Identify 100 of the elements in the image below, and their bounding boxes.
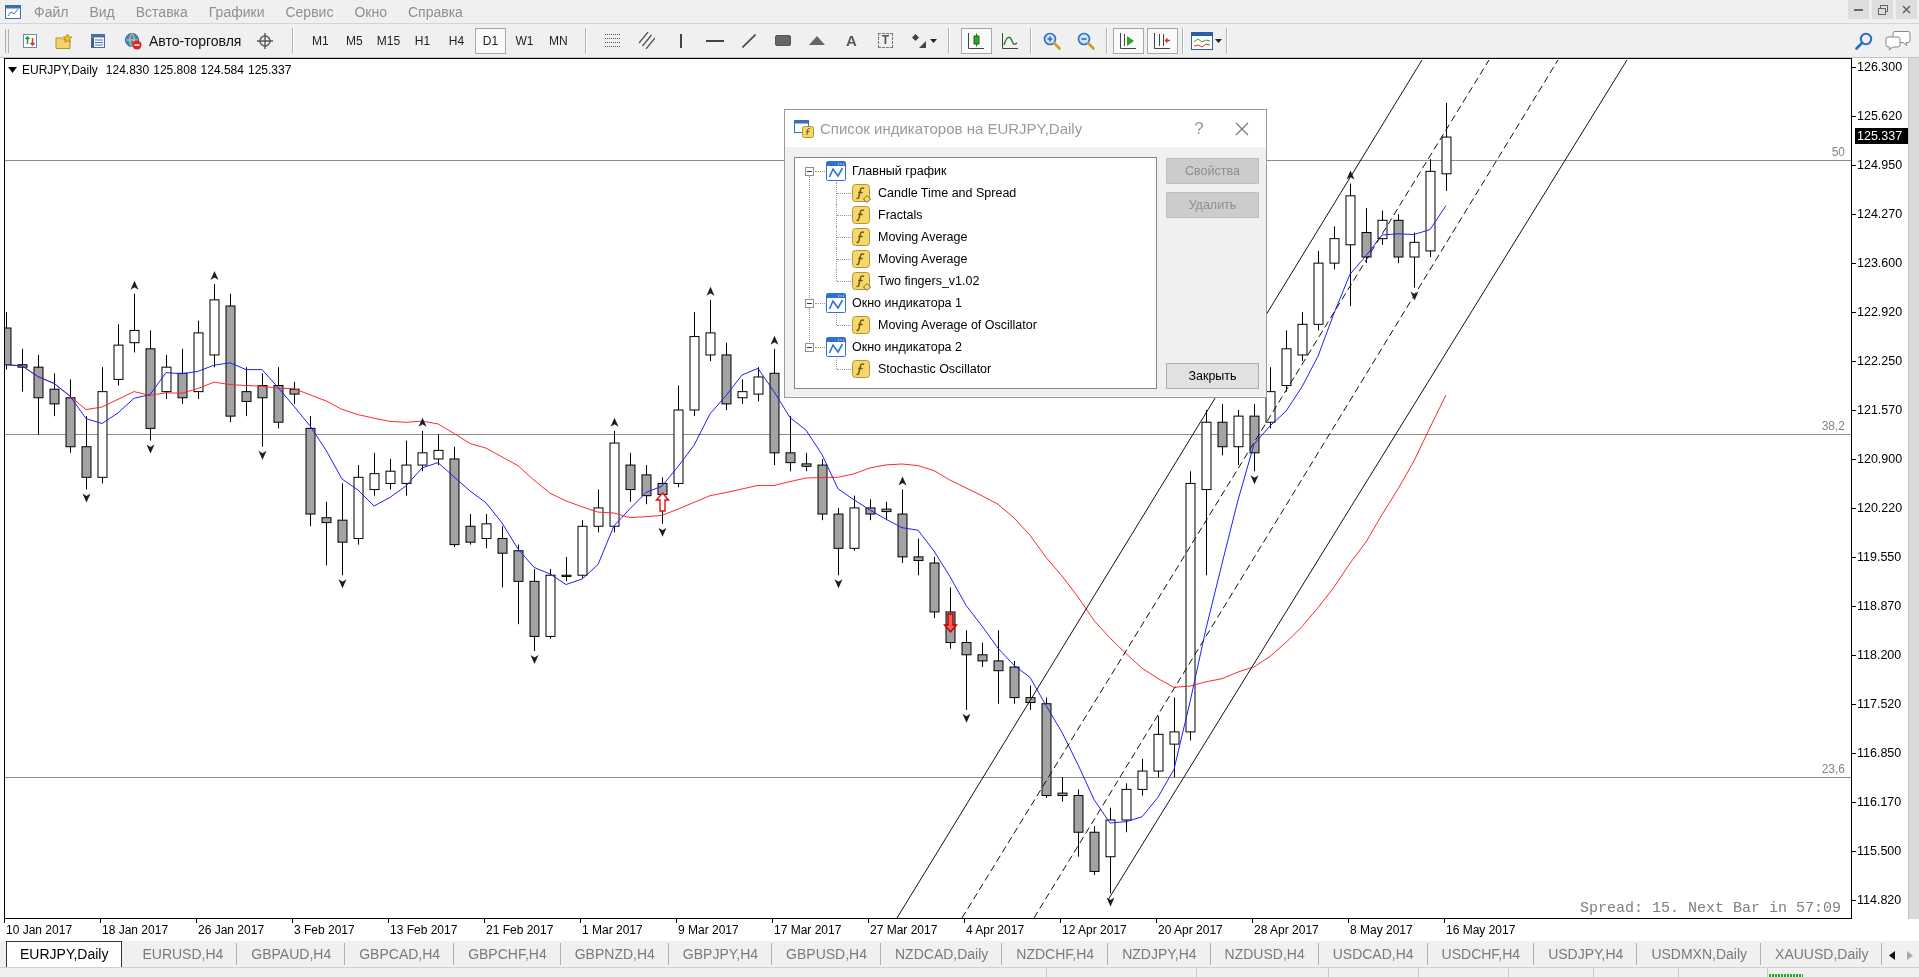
price-axis-label: 123.600 bbox=[1857, 255, 1903, 271]
arrowhead-down-icon bbox=[530, 655, 539, 665]
chart-window-icon bbox=[826, 293, 846, 313]
auto-scroll-button[interactable] bbox=[1112, 27, 1144, 54]
timeframe-button[interactable]: D1 bbox=[474, 27, 506, 54]
menu-item[interactable]: Файл bbox=[23, 3, 79, 20]
price-axis-label: 118.200 bbox=[1857, 647, 1902, 663]
caret-icon[interactable] bbox=[929, 38, 937, 43]
rising-candlestick bbox=[369, 452, 380, 497]
close-button[interactable] bbox=[1896, 0, 1917, 19]
tree-item[interactable]: Stochastic Oscillator bbox=[878, 362, 992, 376]
rising-candlestick bbox=[1233, 409, 1244, 466]
auto-trading-button[interactable]: Авто-торговля bbox=[117, 27, 249, 54]
zoom-in-icon[interactable] bbox=[1043, 31, 1062, 50]
minus-box-icon[interactable] bbox=[805, 166, 814, 176]
candlestick-chart-button[interactable] bbox=[960, 27, 992, 54]
help-button[interactable]: ? bbox=[1179, 113, 1219, 144]
tree-item[interactable]: Candle Time and Spread bbox=[878, 186, 1017, 200]
falling-candlestick bbox=[1361, 207, 1372, 264]
chart-tab[interactable]: USDJPY,H4 bbox=[1534, 943, 1638, 965]
rising-candlestick bbox=[401, 440, 412, 497]
falling-candlestick bbox=[817, 458, 828, 521]
folder-star-icon[interactable] bbox=[55, 32, 73, 49]
chat-icon[interactable] bbox=[1885, 30, 1911, 51]
chart-tab[interactable]: XAUUSD,Daily bbox=[1761, 943, 1883, 965]
zoom-out-icon[interactable] bbox=[1077, 31, 1096, 50]
current-price-label: 125.337 bbox=[1855, 128, 1908, 144]
tree-item[interactable]: Two fingers_v1.02 bbox=[878, 274, 980, 288]
chart-tab[interactable]: GBPAUD,H4 bbox=[237, 943, 346, 965]
restore-button[interactable] bbox=[1872, 0, 1893, 19]
chart-tab[interactable]: GBPCAD,H4 bbox=[345, 943, 455, 965]
trend-line-icon[interactable] bbox=[742, 33, 757, 48]
rising-candlestick bbox=[1329, 225, 1340, 270]
vertical-scrollbar[interactable] bbox=[1908, 58, 1919, 919]
tree-item[interactable]: Главный график bbox=[852, 164, 947, 178]
toolbar-grip[interactable] bbox=[5, 28, 9, 53]
chart-arrows-icon[interactable] bbox=[22, 32, 38, 49]
text-label-tool-button[interactable]: T bbox=[877, 33, 894, 48]
rectangle-icon[interactable] bbox=[775, 35, 792, 46]
minimize-button[interactable] bbox=[1848, 0, 1869, 19]
timeframe-button[interactable]: M5 bbox=[338, 27, 370, 54]
timeframe-button[interactable]: H4 bbox=[440, 27, 472, 54]
menu-item[interactable]: Вид bbox=[78, 3, 125, 20]
chart-tab[interactable]: NZDJPY,H4 bbox=[1108, 943, 1211, 965]
chart-shift-button[interactable] bbox=[1146, 27, 1178, 54]
caret-icon[interactable] bbox=[8, 67, 17, 73]
timeframe-button[interactable]: W1 bbox=[508, 27, 540, 54]
rising-candlestick bbox=[129, 293, 140, 353]
triangle-icon[interactable] bbox=[809, 36, 826, 45]
chart-tab[interactable]: NZDCHF,H4 bbox=[1002, 943, 1109, 965]
timeframe-button[interactable]: M1 bbox=[304, 27, 336, 54]
chart-window-icon bbox=[826, 337, 846, 357]
arrowhead-down-icon bbox=[1106, 897, 1115, 907]
chart-window-icon bbox=[826, 161, 846, 181]
chart-tab[interactable]: GBPUSD,H4 bbox=[772, 943, 881, 965]
search-icon[interactable] bbox=[1855, 31, 1873, 50]
chart-template-icon[interactable] bbox=[1191, 31, 1214, 50]
menu-item[interactable]: Графики bbox=[197, 3, 275, 20]
chart-tab[interactable]: USDMXN,Daily bbox=[1637, 943, 1762, 965]
parallel-lines-icon[interactable] bbox=[639, 32, 656, 49]
chart-tab[interactable]: NZDUSD,H4 bbox=[1210, 943, 1319, 965]
chart-tab[interactable]: EURJPY,Daily bbox=[6, 941, 123, 967]
chart-tab[interactable]: USDCHF,H4 bbox=[1427, 943, 1535, 965]
rising-candlestick bbox=[753, 366, 764, 402]
minus-box-icon[interactable] bbox=[805, 342, 814, 352]
dotted-lines-icon[interactable] bbox=[605, 33, 622, 48]
chart-tab[interactable]: GBPNZD,H4 bbox=[560, 943, 669, 965]
tree-item[interactable]: Окно индикатора 2 bbox=[852, 340, 962, 354]
timeframe-button[interactable]: M15 bbox=[372, 27, 404, 54]
timeframe-button[interactable]: MN bbox=[542, 27, 574, 54]
chart-tab[interactable]: USDCAD,H4 bbox=[1318, 943, 1428, 965]
arrows-icon[interactable] bbox=[912, 33, 927, 48]
price-axis-label: 116.170 bbox=[1857, 794, 1902, 810]
menu-item[interactable]: Окно bbox=[343, 3, 397, 20]
chart-tab[interactable]: EURUSD,H4 bbox=[128, 943, 238, 965]
menu-item[interactable]: Вставка bbox=[124, 3, 198, 20]
ohlc-value: 125.337 bbox=[248, 63, 292, 77]
crosshair-icon[interactable] bbox=[257, 32, 274, 49]
minus-box-icon[interactable] bbox=[805, 298, 814, 308]
tree-item[interactable]: Moving Average of Oscillator bbox=[878, 318, 1037, 332]
dialog-button[interactable]: Закрыть bbox=[1166, 363, 1259, 389]
chart-symbol: EURJPY,Daily bbox=[22, 63, 98, 77]
timeframe-button[interactable]: H1 bbox=[406, 27, 438, 54]
text-tool-button[interactable]: A bbox=[846, 32, 857, 49]
tree-item[interactable]: Moving Average bbox=[878, 230, 968, 244]
horizontal-line-icon[interactable] bbox=[706, 39, 725, 42]
line-chart-icon bbox=[1001, 31, 1020, 50]
price-axis-label: 120.900 bbox=[1857, 451, 1903, 467]
price-axis-label: 116.850 bbox=[1857, 745, 1902, 761]
chart-tab[interactable]: NZDCAD,Daily bbox=[881, 943, 1003, 965]
window-list-icon[interactable] bbox=[90, 32, 106, 49]
caret-icon[interactable] bbox=[1214, 38, 1222, 43]
chart-tab[interactable]: GBPCHF,H4 bbox=[454, 943, 561, 965]
tree-item[interactable]: Окно индикатора 1 bbox=[852, 296, 962, 310]
menu-item[interactable]: Сервис bbox=[274, 3, 344, 20]
tree-item[interactable]: Moving Average bbox=[878, 252, 968, 266]
chart-tab[interactable]: GBPJPY,H4 bbox=[668, 943, 773, 965]
menu-item[interactable]: Справка bbox=[396, 3, 473, 20]
chart-window-icon[interactable] bbox=[5, 3, 21, 20]
tree-item[interactable]: Fractals bbox=[878, 208, 923, 222]
